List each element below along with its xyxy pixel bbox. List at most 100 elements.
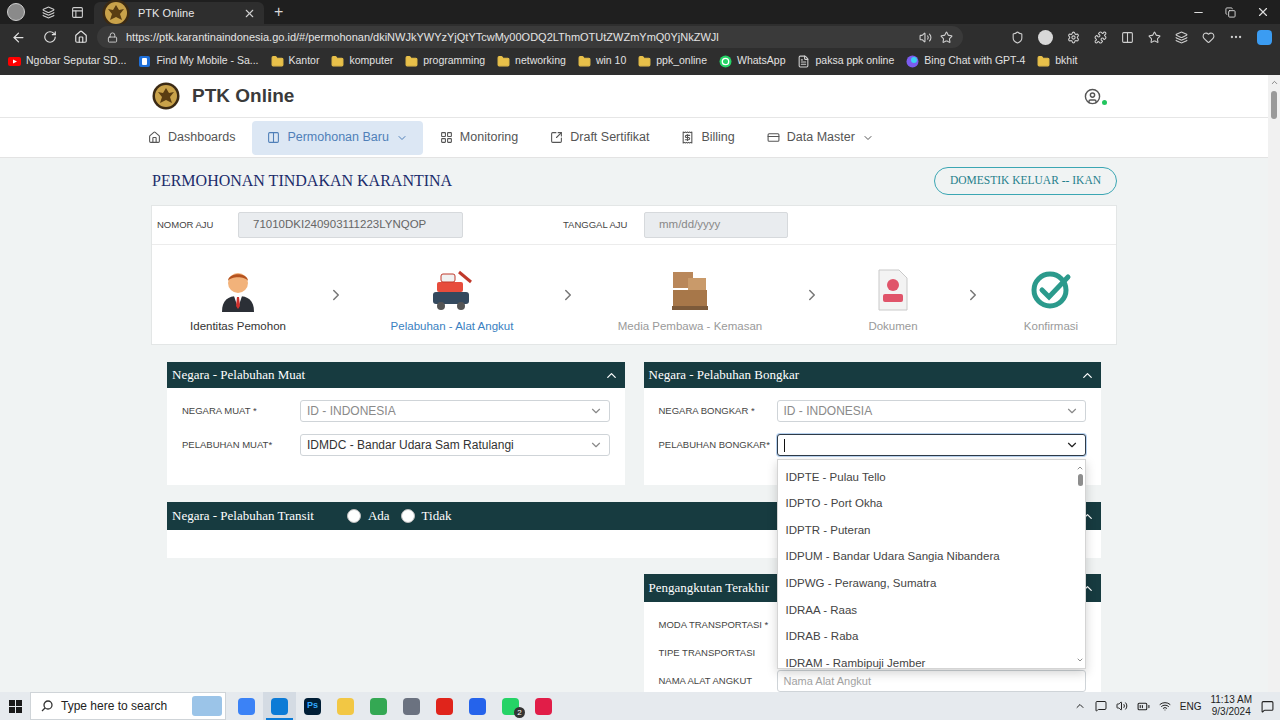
- main-nav: DashboardsPermohonan BaruMonitoringDraft…: [0, 118, 1268, 158]
- profile-avatar[interactable]: [7, 3, 25, 21]
- nav-item[interactable]: Dashboards: [133, 121, 250, 155]
- wifi-icon[interactable]: [1159, 700, 1171, 712]
- minimize-button[interactable]: [1182, 6, 1214, 19]
- taskbar-app[interactable]: [329, 692, 362, 720]
- bookmark[interactable]: win 10: [578, 53, 626, 69]
- dropdown-option[interactable]: IDPWG - Perawang, Sumatra: [778, 570, 1076, 597]
- taskbar-app[interactable]: [263, 692, 296, 720]
- dropdown-option[interactable]: IDRAM - Rambipuji Jember: [778, 650, 1076, 677]
- step[interactable]: Konfirmasi: [984, 266, 1118, 335]
- dropdown-scrollbar[interactable]: [1075, 460, 1085, 668]
- refresh-icon[interactable]: [43, 30, 57, 44]
- page-scrollbar[interactable]: [1268, 75, 1280, 692]
- close-tab-icon[interactable]: [243, 7, 256, 20]
- battery-icon[interactable]: [1137, 700, 1150, 713]
- read-aloud-icon[interactable]: [919, 31, 932, 44]
- restore-icon[interactable]: [1225, 7, 1236, 18]
- bookmark[interactable]: programming: [405, 53, 485, 69]
- bookmark[interactable]: paksa ppk online: [797, 53, 894, 69]
- dropdown-option[interactable]: IDPTE - Pulau Tello: [778, 464, 1076, 491]
- panel-header[interactable]: Negara - Pelabuhan Muat: [167, 362, 625, 388]
- restore-button[interactable]: [1214, 7, 1246, 18]
- bookmark[interactable]: Ngobar Seputar SD...: [8, 53, 126, 69]
- volume-icon[interactable]: [1116, 700, 1128, 712]
- dropdown-option[interactable]: IDPUM - Bandar Udara Sangia Nibandera: [778, 544, 1076, 571]
- taskbar-app[interactable]: [428, 692, 461, 720]
- workspaces-icon[interactable]: [42, 6, 55, 19]
- copilot-icon[interactable]: [1257, 30, 1272, 45]
- collapse-icon[interactable]: [1080, 368, 1095, 383]
- menu-icon[interactable]: [1229, 30, 1243, 44]
- step[interactable]: Media Pembawa - Kemasan: [580, 266, 800, 335]
- taskbar-app[interactable]: Ps: [296, 692, 329, 720]
- dropdown-option[interactable]: IDPTR - Puteran: [778, 517, 1076, 544]
- extension-icon[interactable]: [1038, 30, 1053, 45]
- extension-icon[interactable]: [1011, 31, 1024, 44]
- nav-item[interactable]: Billing: [666, 121, 749, 155]
- collapse-icon[interactable]: [604, 368, 619, 383]
- taskbar-app[interactable]: [230, 692, 263, 720]
- extension-icon[interactable]: [1067, 31, 1080, 44]
- dropdown-option[interactable]: IDRAA - Raas: [778, 597, 1076, 624]
- bookmark[interactable]: komputer: [331, 53, 393, 69]
- scroll-down-icon[interactable]: [1076, 656, 1084, 664]
- tray-expand-icon[interactable]: [1074, 700, 1086, 712]
- new-tab-button[interactable]: +: [274, 4, 283, 20]
- nav-item[interactable]: Monitoring: [425, 121, 533, 155]
- taskbar-app[interactable]: [395, 692, 428, 720]
- bookmark[interactable]: Find My Mobile - Sa...: [138, 53, 258, 69]
- favorite-icon[interactable]: [940, 31, 953, 44]
- home-icon[interactable]: [74, 30, 88, 44]
- start-button[interactable]: [0, 700, 30, 713]
- dropdown-option[interactable]: IDRAB - Raba: [778, 624, 1076, 651]
- radio-option[interactable]: Ada: [347, 506, 390, 526]
- collections-icon[interactable]: [1175, 31, 1188, 44]
- bookmark[interactable]: ppk_online: [638, 53, 707, 69]
- close-window-button[interactable]: [1246, 5, 1280, 19]
- tab-actions-icon[interactable]: [71, 6, 84, 19]
- user-avatar-icon[interactable]: [1084, 88, 1101, 105]
- bookmark[interactable]: bkhit: [1037, 53, 1077, 69]
- tray-icon[interactable]: [1095, 700, 1107, 712]
- service-badge[interactable]: DOMESTIK KELUAR -- IKAN: [934, 167, 1117, 195]
- nav-item[interactable]: Draft Sertifikat: [535, 121, 664, 155]
- bookmark[interactable]: Kantor: [271, 53, 320, 69]
- radio[interactable]: [401, 509, 415, 523]
- select[interactable]: IDMDC - Bandar Udara Sam Ratulangi: [300, 434, 610, 456]
- back-icon[interactable]: [11, 30, 26, 45]
- select[interactable]: [777, 434, 1087, 456]
- scroll-up-icon[interactable]: [1076, 464, 1084, 472]
- text-input[interactable]: Nama Alat Angkut: [777, 670, 1087, 692]
- browser-tab[interactable]: PTK Online: [94, 2, 264, 24]
- windows-logo-icon[interactable]: [9, 700, 22, 713]
- bookmark[interactable]: Bing Chat with GPT-4: [906, 53, 1025, 69]
- extensions-icon[interactable]: [1094, 31, 1107, 44]
- scroll-up-icon[interactable]: [1270, 78, 1279, 87]
- panel-header[interactable]: Negara - Pelabuhan Bongkar: [644, 362, 1102, 388]
- nav-item[interactable]: Permohonan Baru: [252, 121, 422, 155]
- language-indicator[interactable]: ENG: [1180, 699, 1202, 714]
- nav-item[interactable]: Data Master: [752, 121, 889, 155]
- close-icon[interactable]: [1256, 5, 1270, 19]
- dropdown-option[interactable]: IDPTO - Port Okha: [778, 491, 1076, 518]
- minimize-icon[interactable]: [1192, 6, 1205, 19]
- radio[interactable]: [347, 509, 361, 523]
- radio-option[interactable]: Tidak: [401, 506, 452, 526]
- taskbar-app[interactable]: 2: [494, 692, 527, 720]
- taskbar-app[interactable]: [461, 692, 494, 720]
- bookmark[interactable]: networking: [497, 53, 566, 69]
- search-box[interactable]: Type here to search: [30, 692, 226, 720]
- clock[interactable]: 11:13 AM9/3/2024: [1210, 694, 1252, 718]
- notifications-icon[interactable]: [1261, 700, 1274, 713]
- step-label: Identitas Pemohon: [190, 318, 286, 335]
- favorites-icon[interactable]: [1148, 31, 1161, 44]
- step[interactable]: Pelabuhan - Alat Angkut: [348, 266, 556, 335]
- step[interactable]: Identitas Pemohon: [152, 266, 324, 335]
- bookmark[interactable]: WhatsApp: [719, 53, 785, 69]
- split-screen-icon[interactable]: [1121, 31, 1134, 44]
- taskbar-app[interactable]: [527, 692, 560, 720]
- performance-icon[interactable]: [1202, 31, 1215, 44]
- taskbar-app[interactable]: [362, 692, 395, 720]
- url-field[interactable]: https://ptk.karantinaindonesia.go.id/#/p…: [97, 26, 963, 48]
- step[interactable]: Dokumen: [824, 266, 962, 335]
